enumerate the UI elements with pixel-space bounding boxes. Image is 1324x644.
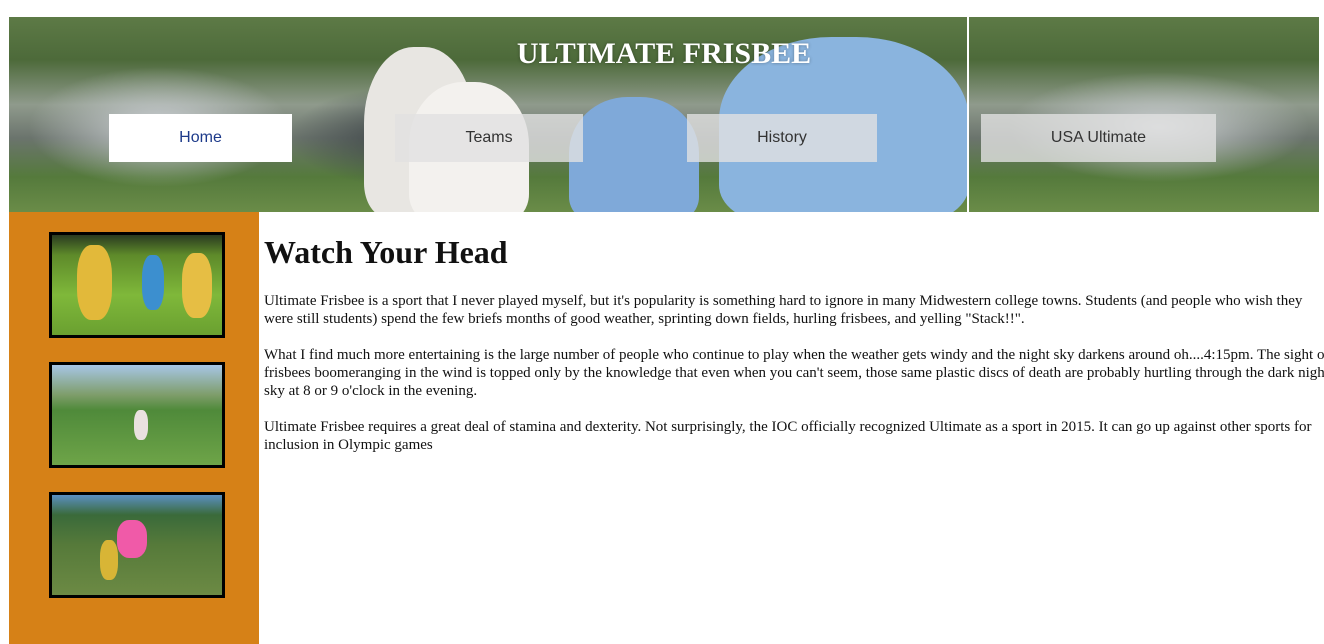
article-paragraph-1: Ultimate Frisbee is a sport that I never… (264, 293, 1303, 327)
nav-home-label: Home (179, 129, 222, 146)
nav-history[interactable]: History (687, 114, 877, 162)
photo-figure-yellow (77, 245, 112, 320)
article-paragraph-2: What I find much more entertaining is th… (264, 347, 1324, 399)
photo-figure-yellow-3 (100, 540, 118, 580)
photo-figure-yellow-2 (182, 253, 212, 318)
sidebar-photo-1 (49, 232, 225, 338)
sidebar-photo-3 (49, 492, 225, 598)
header-banner: ULTIMATE FRISBEE Home Teams History USA … (9, 17, 1319, 212)
nav-usa-ultimate-label: USA Ultimate (1050, 129, 1147, 146)
article-heading: Watch Your Head (264, 234, 508, 270)
nav-usa-ultimate[interactable]: USA Ultimate (981, 114, 1216, 162)
nav-home[interactable]: Home (109, 114, 292, 162)
nav-teams-label: Teams (465, 129, 513, 146)
article-paragraph-3: Ultimate Frisbee requires a great deal o… (264, 419, 1312, 453)
main-content: Watch Your Head Ultimate Frisbee is a sp… (264, 212, 1324, 453)
photo-figure-blue (142, 255, 164, 310)
sidebar (9, 212, 259, 644)
photo-figure-player (134, 410, 148, 440)
banner-photo-player-3 (569, 97, 699, 212)
sidebar-photo-2 (49, 362, 225, 468)
photo-figure-pink (117, 520, 147, 558)
site-title: ULTIMATE FRISBEE (516, 37, 812, 70)
nav-history-label: History (757, 129, 807, 146)
nav-teams[interactable]: Teams (395, 114, 583, 162)
